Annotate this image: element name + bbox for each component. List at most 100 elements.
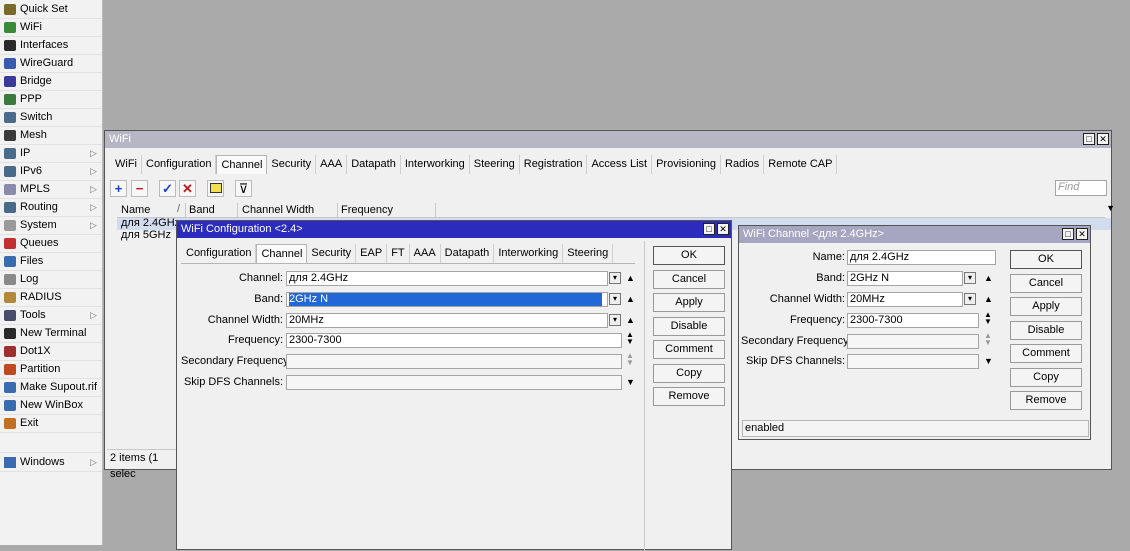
- skip-dfs-field[interactable]: [847, 354, 979, 369]
- disable-button[interactable]: Disable: [1010, 320, 1082, 340]
- tab-configuration[interactable]: Configuration: [142, 155, 217, 174]
- sidebar-item-ppp[interactable]: PPP: [0, 90, 102, 109]
- frequency-field[interactable]: 2300-7300: [286, 333, 622, 348]
- sidebar-item-new-terminal[interactable]: New Terminal: [0, 324, 102, 343]
- close-button[interactable]: ✕: [1097, 133, 1109, 145]
- skip-dfs-field[interactable]: [286, 375, 622, 390]
- channel-width-field[interactable]: 20MHz: [847, 292, 963, 307]
- restore-button[interactable]: □: [1062, 228, 1074, 240]
- collapse-arrow-icon[interactable]: ▲: [626, 272, 635, 284]
- sidebar-item-dot1x[interactable]: Dot1X: [0, 342, 102, 361]
- filter-icon[interactable]: ⊽: [235, 180, 252, 197]
- sidebar-item-system[interactable]: System ▷: [0, 216, 102, 235]
- sidebar-item-partition[interactable]: Partition: [0, 360, 102, 379]
- tab-interworking[interactable]: Interworking: [401, 155, 470, 174]
- apply-button[interactable]: Apply: [653, 293, 725, 312]
- sidebar-item-queues[interactable]: Queues: [0, 234, 102, 253]
- tab-datapath[interactable]: Datapath: [347, 155, 401, 174]
- sidebar-item-log[interactable]: Log: [0, 270, 102, 289]
- collapse-arrow-icon[interactable]: ▲: [984, 293, 993, 305]
- close-button[interactable]: ✕: [717, 223, 729, 235]
- apply-button[interactable]: Apply: [1010, 297, 1082, 316]
- dropdown-arrow-icon[interactable]: ▼: [626, 376, 635, 388]
- tab-channel[interactable]: Channel: [216, 155, 268, 174]
- collapse-arrow-icon[interactable]: ▲: [984, 272, 993, 284]
- tab-wifi[interactable]: WiFi: [111, 155, 142, 174]
- tab-radios[interactable]: Radios: [721, 155, 765, 174]
- frequency-field[interactable]: 2300-7300: [847, 313, 979, 328]
- channel-window-titlebar[interactable]: WiFi Channel <для 2.4GHz>: [739, 226, 1090, 243]
- restore-button[interactable]: □: [703, 223, 715, 235]
- copy-button[interactable]: Copy: [653, 363, 725, 383]
- expand-collapse-icon[interactable]: ▲ ▼: [626, 352, 634, 367]
- channel-width-field[interactable]: 20MHz: [286, 313, 608, 328]
- sidebar-item-files[interactable]: Files: [0, 252, 102, 271]
- add-icon[interactable]: +: [110, 180, 127, 197]
- column-header-channel-width[interactable]: Channel Width: [242, 204, 314, 216]
- expand-collapse-icon[interactable]: ▲ ▼: [984, 332, 992, 347]
- sidebar-item-routing[interactable]: Routing ▷: [0, 198, 102, 217]
- sidebar-item-bridge[interactable]: Bridge: [0, 72, 102, 91]
- enable-icon[interactable]: ✓: [159, 180, 176, 197]
- cancel-button[interactable]: Cancel: [653, 269, 725, 289]
- tab-datapath[interactable]: Datapath: [441, 244, 495, 263]
- tab-aaa[interactable]: AAA: [410, 244, 441, 263]
- sidebar-item-ip[interactable]: IP ▷: [0, 144, 102, 163]
- tab-provisioning[interactable]: Provisioning: [652, 155, 722, 174]
- sidebar-item-mpls[interactable]: MPLS ▷: [0, 180, 102, 199]
- column-header-name[interactable]: Name: [121, 204, 150, 216]
- sidebar-item-exit[interactable]: Exit: [0, 414, 102, 433]
- tab-remote-cap[interactable]: Remote CAP: [764, 155, 838, 174]
- column-menu-icon[interactable]: ▼: [1106, 203, 1115, 213]
- sidebar-item-wifi[interactable]: WiFi: [0, 18, 102, 37]
- comment-button[interactable]: Comment: [1010, 344, 1082, 363]
- name-field[interactable]: для 2.4GHz: [847, 250, 996, 265]
- copy-button[interactable]: Copy: [1010, 367, 1082, 387]
- tab-registration[interactable]: Registration: [520, 155, 588, 174]
- ok-button[interactable]: OK: [653, 246, 725, 265]
- config-window-titlebar[interactable]: WiFi Configuration <2.4>: [177, 221, 731, 238]
- tab-security[interactable]: Security: [267, 155, 317, 174]
- sidebar-item-radius[interactable]: RADIUS: [0, 288, 102, 307]
- restore-button[interactable]: □: [1083, 133, 1095, 145]
- sidebar-item-mesh[interactable]: Mesh: [0, 126, 102, 145]
- find-input[interactable]: Find: [1055, 180, 1107, 196]
- collapse-arrow-icon[interactable]: ▲: [626, 314, 635, 326]
- collapse-arrow-icon[interactable]: ▲: [626, 293, 635, 305]
- tab-ft[interactable]: FT: [387, 244, 410, 263]
- expand-collapse-icon[interactable]: ▲ ▼: [984, 311, 992, 326]
- tab-channel[interactable]: Channel: [256, 244, 308, 263]
- ok-button[interactable]: OK: [1010, 250, 1082, 269]
- sidebar-item-ipv6[interactable]: IPv6 ▷: [0, 162, 102, 181]
- expand-collapse-icon[interactable]: ▲ ▼: [626, 331, 634, 346]
- wifi-window-titlebar[interactable]: WiFi: [105, 131, 1111, 148]
- sidebar-item-interfaces[interactable]: Interfaces: [0, 36, 102, 55]
- sidebar-item-make-supout-rif[interactable]: Make Supout.rif: [0, 378, 102, 397]
- channel-width-dropdown-icon[interactable]: ▾: [609, 314, 621, 326]
- tab-configuration[interactable]: Configuration: [182, 244, 257, 263]
- sidebar-item-quick-set[interactable]: Quick Set: [0, 0, 102, 19]
- secondary-frequency-field[interactable]: [286, 354, 622, 369]
- band-field[interactable]: 2GHz N: [286, 292, 608, 307]
- band-dropdown-icon[interactable]: ▾: [964, 272, 976, 284]
- tab-eap[interactable]: EAP: [356, 244, 388, 263]
- sidebar-item-new-winbox[interactable]: New WinBox: [0, 396, 102, 415]
- tab-aaa[interactable]: AAA: [316, 155, 348, 174]
- tab-steering[interactable]: Steering: [563, 244, 614, 263]
- tab-steering[interactable]: Steering: [470, 155, 520, 174]
- tab-security[interactable]: Security: [307, 244, 357, 263]
- remove-button[interactable]: Remove: [653, 387, 725, 406]
- tab-access-list[interactable]: Access List: [587, 155, 653, 174]
- column-header-frequency[interactable]: Frequency: [341, 204, 393, 216]
- comment-button[interactable]: Comment: [653, 340, 725, 359]
- channel-width-dropdown-icon[interactable]: ▾: [964, 293, 976, 305]
- remove-icon[interactable]: −: [131, 180, 148, 197]
- close-button[interactable]: ✕: [1076, 228, 1088, 240]
- channel-field[interactable]: для 2.4GHz: [286, 271, 608, 286]
- sidebar-item-switch[interactable]: Switch: [0, 108, 102, 127]
- disable-button[interactable]: Disable: [653, 316, 725, 336]
- sidebar-item-tools[interactable]: Tools ▷: [0, 306, 102, 325]
- column-header-band[interactable]: Band: [189, 204, 215, 216]
- comment-icon[interactable]: [207, 180, 224, 197]
- disable-icon[interactable]: ✕: [179, 180, 196, 197]
